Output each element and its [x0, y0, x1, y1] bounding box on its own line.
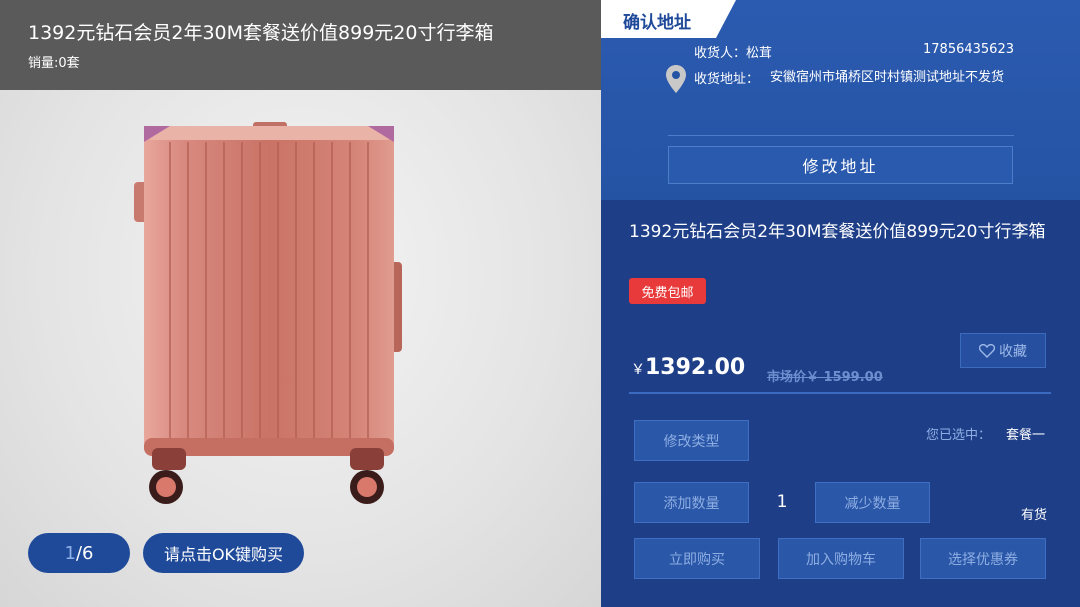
free-shipping-badge: 免费包邮: [629, 278, 706, 304]
price-value: 1392.00: [645, 355, 746, 380]
favorite-label: 收藏: [999, 343, 1027, 360]
pager-total: /6: [75, 542, 94, 564]
selected-value: 套餐一: [1006, 428, 1046, 443]
price-symbol: ￥: [631, 362, 645, 378]
address-value: 安徽宿州市埇桥区时村镇测试地址不发货: [770, 70, 1005, 85]
buy-now-button[interactable]: 立即购买: [634, 538, 760, 579]
address-label: 收货地址：: [694, 72, 760, 87]
image-pager[interactable]: 1 /6: [28, 533, 130, 573]
selected-label: 您已选中：: [926, 428, 992, 443]
luggage-image: [134, 122, 402, 504]
sales-count: 销量:0套: [28, 56, 80, 71]
product-image-panel: 1392元钻石会员2年30M套餐送价值899元20寸行李箱 销量:0套 1 /6…: [0, 0, 601, 607]
price-divider: [629, 392, 1051, 394]
product-detail-section: 1392元钻石会员2年30M套餐送价值899元20寸行李箱 免费包邮 收藏 ￥1…: [601, 200, 1080, 607]
modify-type-button[interactable]: 修改类型: [634, 420, 749, 461]
price: ￥1392.00: [631, 355, 745, 380]
product-header: 1392元钻石会员2年30M套餐送价值899元20寸行李箱 销量:0套: [0, 0, 601, 90]
reduce-quantity-button[interactable]: 减少数量: [815, 482, 930, 523]
address-divider: [668, 135, 1014, 136]
heart-icon: [979, 343, 995, 358]
receiver-phone: 17856435623: [923, 42, 1014, 57]
product-title: 1392元钻石会员2年30M套餐送价值899元20寸行李箱: [28, 22, 494, 44]
add-to-cart-button[interactable]: 加入购物车: [778, 538, 904, 579]
edit-address-button[interactable]: 修改地址: [668, 146, 1013, 184]
address-section: 确认地址 收货人：松茸 17856435623 收货地址： 安徽宿州市埇桥区时村…: [601, 0, 1080, 200]
pager-current: 1: [64, 542, 76, 564]
stock-status: 有货: [1021, 508, 1048, 523]
add-quantity-button[interactable]: 添加数量: [634, 482, 749, 523]
confirm-address-label: 确认地址: [623, 13, 691, 33]
quantity-value: 1: [776, 492, 788, 512]
detail-title: 1392元钻石会员2年30M套餐送价值899元20寸行李箱: [629, 222, 1046, 242]
select-coupon-button[interactable]: 选择优惠券: [920, 538, 1046, 579]
order-panel: 确认地址 收货人：松茸 17856435623 收货地址： 安徽宿州市埇桥区时村…: [601, 0, 1080, 607]
confirm-address-tab-label-wrap: 确认地址: [601, 0, 736, 38]
receiver-name: 收货人：松茸: [694, 46, 773, 61]
market-price: 市场价￥ 1599.00: [767, 370, 883, 385]
favorite-button[interactable]: 收藏: [960, 333, 1046, 368]
buy-hint-button[interactable]: 请点击OK键购买: [143, 533, 304, 573]
location-pin-icon: [666, 65, 686, 93]
